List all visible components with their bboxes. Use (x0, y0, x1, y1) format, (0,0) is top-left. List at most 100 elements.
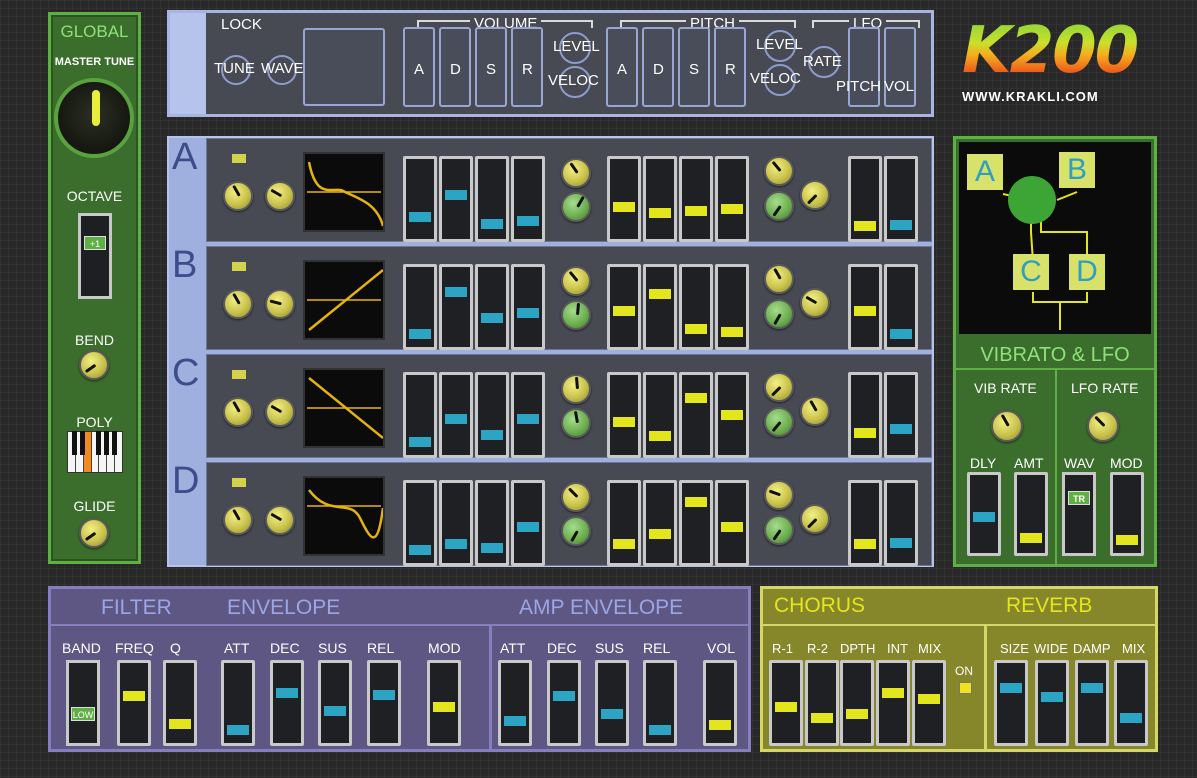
chorus-r1-slider[interactable] (769, 660, 803, 746)
amp-dec-slider[interactable] (547, 660, 581, 746)
pitch-veloc-knob[interactable] (764, 191, 794, 221)
lfo-vol-slider[interactable] (884, 156, 918, 242)
vol-veloc-knob[interactable] (561, 516, 591, 546)
filter-dec-slider[interactable] (270, 660, 304, 746)
logo-url[interactable]: WWW.KRAKLI.COM (962, 89, 1099, 104)
vol-a-slider[interactable] (403, 480, 437, 566)
vib-rate-knob[interactable] (991, 410, 1023, 442)
pitch-veloc-knob[interactable] (764, 299, 794, 329)
vol-d-slider[interactable] (439, 264, 473, 350)
vol-r-slider[interactable] (511, 480, 545, 566)
amp-vol-slider[interactable] (703, 660, 737, 746)
pitch-s-slider[interactable] (679, 156, 713, 242)
vol-veloc-knob[interactable] (561, 408, 591, 438)
lfo-vol-slider[interactable] (884, 480, 918, 566)
master-tune-knob[interactable] (54, 78, 134, 158)
bend-knob[interactable] (79, 350, 109, 380)
lfo-rate-knob[interactable] (800, 288, 830, 318)
octave-selector[interactable]: +1 (78, 213, 112, 299)
pitch-d-slider[interactable] (643, 480, 677, 566)
filter-q-slider[interactable] (163, 660, 197, 746)
pitch-s-slider[interactable] (679, 372, 713, 458)
lfo-pitch-slider[interactable] (848, 264, 882, 350)
vol-veloc-knob[interactable] (561, 192, 591, 222)
pitch-a-slider[interactable] (607, 264, 641, 350)
vol-s-slider[interactable] (475, 156, 509, 242)
lfo-vol-slider[interactable] (884, 372, 918, 458)
osc-wave-knob[interactable] (265, 181, 295, 211)
osc-wave-knob[interactable] (265, 505, 295, 535)
lfo-rate-knob[interactable] (800, 396, 830, 426)
filter-band-selector[interactable]: LOW (66, 660, 100, 746)
filter-mod-slider[interactable] (427, 660, 461, 746)
reverb-damp-slider[interactable] (1075, 660, 1109, 746)
routing-d[interactable]: D (1069, 254, 1105, 290)
filter-rel-slider[interactable] (367, 660, 401, 746)
pitch-level-knob[interactable] (764, 372, 794, 402)
vol-a-slider[interactable] (403, 372, 437, 458)
lfo-pitch-slider[interactable] (848, 372, 882, 458)
filter-sus-slider[interactable] (318, 660, 352, 746)
pitch-veloc-knob[interactable] (764, 515, 794, 545)
amp-sus-slider[interactable] (595, 660, 629, 746)
lfo-rate-knob[interactable] (1087, 410, 1119, 442)
vol-level-knob[interactable] (561, 374, 591, 404)
chorus-dpth-slider[interactable] (840, 660, 874, 746)
pitch-a-slider[interactable] (607, 156, 641, 242)
pitch-veloc-knob[interactable] (764, 407, 794, 437)
reverb-wide-slider[interactable] (1035, 660, 1069, 746)
vol-d-slider[interactable] (439, 156, 473, 242)
vol-s-slider[interactable] (475, 372, 509, 458)
vol-level-knob[interactable] (561, 266, 591, 296)
pitch-level-knob[interactable] (764, 264, 794, 294)
lfo-vol-slider[interactable] (884, 264, 918, 350)
reverb-size-slider[interactable] (994, 660, 1028, 746)
osc-wave-display[interactable] (303, 152, 385, 232)
lfo-pitch-ghost[interactable] (848, 27, 880, 107)
pitch-d-slider[interactable] (643, 156, 677, 242)
lfo-rate-knob[interactable] (800, 504, 830, 534)
osc-lock-led[interactable] (232, 262, 246, 271)
vol-d-slider[interactable] (439, 372, 473, 458)
vol-a-slider[interactable] (403, 156, 437, 242)
pitch-s-slider[interactable] (679, 480, 713, 566)
lfo-rate-knob[interactable] (800, 180, 830, 210)
lfo-pitch-slider[interactable] (848, 480, 882, 566)
vib-dly-slider[interactable] (967, 472, 1001, 556)
filter-freq-slider[interactable] (117, 660, 151, 746)
pitch-r-slider[interactable] (715, 264, 749, 350)
osc-tune-knob[interactable] (223, 289, 253, 319)
glide-knob[interactable] (79, 518, 109, 548)
osc-tune-knob[interactable] (223, 505, 253, 535)
pitch-r-slider[interactable] (715, 156, 749, 242)
chorus-mix-slider[interactable] (912, 660, 946, 746)
amp-att-slider[interactable] (498, 660, 532, 746)
routing-c[interactable]: C (1013, 254, 1049, 290)
chorus-int-slider[interactable] (876, 660, 910, 746)
vol-d-slider[interactable] (439, 480, 473, 566)
osc-wave-knob[interactable] (265, 397, 295, 427)
osc-wave-display[interactable] (303, 260, 385, 340)
pitch-d-slider[interactable] (643, 372, 677, 458)
osc-wave-display[interactable] (303, 476, 385, 556)
vol-r-slider[interactable] (511, 264, 545, 350)
chorus-r2-slider[interactable] (805, 660, 839, 746)
vol-r-slider[interactable] (511, 156, 545, 242)
osc-lock-led[interactable] (232, 370, 246, 379)
pitch-d-slider[interactable] (643, 264, 677, 350)
lfo-vol-ghost[interactable] (884, 27, 916, 107)
vol-s-slider[interactable] (475, 264, 509, 350)
osc-lock-led[interactable] (232, 154, 246, 163)
vol-level-knob[interactable] (561, 482, 591, 512)
vib-amt-slider[interactable] (1014, 472, 1048, 556)
routing-b[interactable]: B (1059, 152, 1095, 188)
chorus-on-toggle[interactable] (959, 682, 972, 694)
filter-att-slider[interactable] (221, 660, 255, 746)
pitch-r-slider[interactable] (715, 480, 749, 566)
pitch-level-knob[interactable] (764, 156, 794, 186)
pitch-a-slider[interactable] (607, 372, 641, 458)
routing-a[interactable]: A (967, 154, 1003, 190)
pitch-s-slider[interactable] (679, 264, 713, 350)
vol-s-slider[interactable] (475, 480, 509, 566)
vol-veloc-knob[interactable] (561, 300, 591, 330)
